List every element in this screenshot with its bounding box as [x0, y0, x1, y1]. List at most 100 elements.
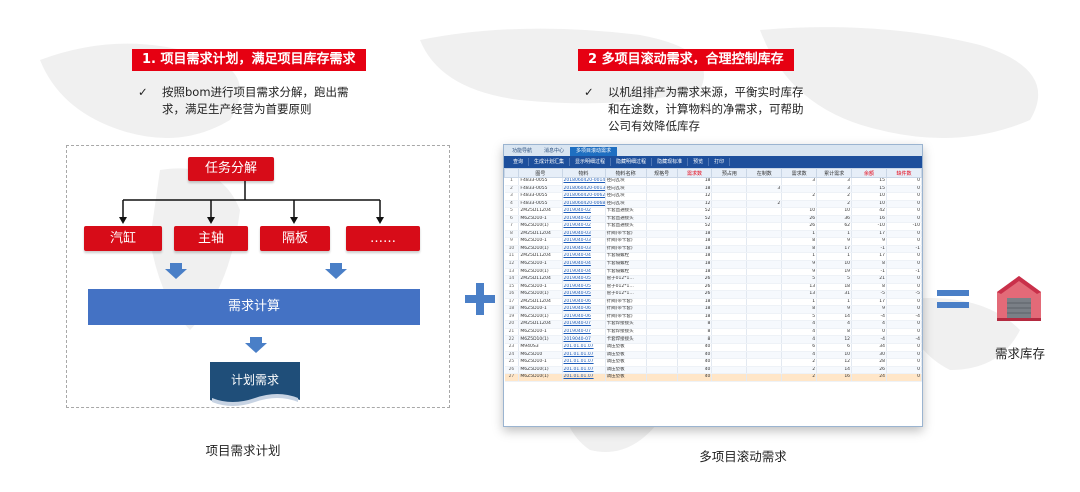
- table-cell: 40: [677, 358, 713, 367]
- table-cell: 卡套直通接头: [605, 222, 647, 231]
- table-cell: M6Z5D10(1): [518, 313, 563, 322]
- table-cell: 2019040-04: [562, 252, 606, 261]
- table-cell: 5: [781, 313, 818, 322]
- table-cell: 径向瓦块: [605, 185, 647, 194]
- table-cell: 4: [781, 335, 818, 345]
- rolling-demand-window: 功能导航 消息中心 多项目滚动需求 查询 生成计划汇集 显示明细过程 隐藏明细过…: [503, 144, 923, 427]
- table-row[interactable]: 23 M940S3 201.01.01.07 调压垫板 40 6 6 34 0: [504, 343, 922, 352]
- table-cell: [711, 313, 748, 322]
- table-cell: [646, 343, 678, 352]
- table-row[interactable]: 3 F4833-0055 2018060420-0062 径向瓦块 12 2 2 10 0: [504, 192, 922, 201]
- query-button[interactable]: 查询: [508, 158, 530, 166]
- table-cell: M6Z5D10(1): [518, 268, 563, 277]
- table-cell: [746, 230, 783, 239]
- table-cell: 34: [851, 343, 887, 352]
- left-bullet-line2: 求，满足生产经营为首要原则: [162, 102, 312, 116]
- column-header[interactable]: 需求数: [781, 168, 818, 178]
- table-cell: 径向瓦块: [605, 177, 647, 186]
- table-row[interactable]: 22 M6Z5D10(1) 2019040-07 卡套焊接接头 8 4 12 -4 -4: [504, 335, 922, 345]
- check-icon: ✓: [138, 85, 148, 99]
- table-cell: 13: [781, 290, 818, 299]
- table-row[interactable]: 16 M6Z5D10(1) 2019040-05 管子012*1… 26 13 31 -5 -5: [504, 290, 922, 299]
- table-cell: 18: [677, 268, 713, 277]
- table-row[interactable]: 27 M6Z5D10(1) 201.01.01.07 调压垫板 40 2 16 24 0: [504, 373, 922, 382]
- table-cell: 201.01.01.07: [562, 373, 606, 382]
- table-row[interactable]: 6 M6Z5D10-1 2019040-02 卡套直通接头 52 26 36 16 0: [504, 215, 922, 224]
- table-cell: [646, 222, 678, 231]
- table-cell: -4: [886, 313, 922, 322]
- column-header[interactable]: 累计需求: [816, 168, 853, 178]
- generate-plan-button[interactable]: 生成计划汇集: [529, 158, 571, 166]
- table-cell: 20: [504, 320, 520, 329]
- table-row[interactable]: 15 M6Z5D10-1 2019040-05 管子012*1… 26 13 18 8 0: [504, 283, 922, 292]
- table-row[interactable]: 7 M6Z5D10(1) 2019040-02 卡套直通接头 52 26 62 -10 -10: [504, 222, 922, 231]
- table-row[interactable]: 8 2M25D11Z04 2019040-03 针阀(带卡套) 18 1 1 17 0: [504, 230, 922, 239]
- column-header[interactable]: 在制数: [746, 168, 783, 178]
- tab-rolling-demand[interactable]: 多项目滚动需求: [570, 147, 618, 156]
- column-header[interactable]: 需求数: [676, 168, 713, 178]
- table-cell: 16: [504, 290, 520, 299]
- table-cell: 9: [851, 305, 887, 314]
- table-cell: [711, 200, 748, 209]
- table-cell: 9: [816, 305, 853, 314]
- table-cell: 0: [886, 275, 922, 284]
- column-header[interactable]: 预占用: [711, 168, 748, 178]
- column-header[interactable]: 物料名称: [604, 168, 647, 178]
- table-row[interactable]: 25 M6Z5D10-1 201.01.01.07 调压垫板 40 2 12 28 0: [504, 358, 922, 367]
- column-header[interactable]: 图号: [518, 168, 563, 178]
- print-button[interactable]: 打印: [709, 158, 731, 166]
- column-header[interactable]: 物料: [561, 168, 606, 178]
- table-header: 图号 物料 物料名称 规格号 需求数 预占用 在制数 需求数 累计需求 余额 缺件数: [504, 168, 922, 178]
- cylinder-box: 汽缸: [84, 226, 162, 251]
- table-row[interactable]: 13 M6Z5D10(1) 2019040-04 卡套隔螺栓 18 9 19 -1 -1: [504, 268, 922, 277]
- table-cell: [646, 215, 678, 224]
- hide-standard-button[interactable]: 隐藏现标准: [652, 158, 689, 166]
- table-row[interactable]: 24 M6Z5D10 201.01.01.07 调压垫板 40 4 10 30 0: [504, 351, 922, 360]
- table-cell: 2019040-03: [562, 245, 606, 254]
- hide-detail-button[interactable]: 隐藏明细过程: [611, 158, 653, 166]
- preview-button[interactable]: 预览: [688, 158, 710, 166]
- table-row[interactable]: 19 M6Z5D10(1) 2019040-06 针阀(带卡套) 18 5 14 -4 -4: [504, 313, 922, 322]
- show-detail-button[interactable]: 显示明细过程: [570, 158, 612, 166]
- table-cell: -4: [886, 335, 922, 345]
- table-cell: 针阀(带卡套): [605, 313, 647, 322]
- table-cell: 10: [816, 260, 853, 269]
- table-row[interactable]: 5 2M25D11Z04 2019040-02 卡套直通接头 52 10 10 42 0: [504, 207, 922, 216]
- table-cell: M6Z5D10-1: [518, 260, 563, 269]
- table-cell: [646, 283, 678, 292]
- column-header[interactable]: 缺件数: [885, 168, 922, 178]
- column-header[interactable]: 规格号: [645, 168, 678, 178]
- table-row[interactable]: 21 M6Z5D10-1 2019040-07 卡套焊接接头 8 4 8 0 0: [504, 328, 922, 337]
- table-cell: 1: [781, 252, 818, 261]
- table-row[interactable]: 1 F4833-0055 2018060420-0014 径向瓦块 18 3 3 15 0: [504, 177, 922, 186]
- column-header[interactable]: 余额: [851, 168, 887, 178]
- table-cell: 1: [816, 230, 853, 239]
- table-cell: 2019040-02: [562, 222, 606, 231]
- table-row[interactable]: 20 2M25D11Z04 2019040-07 卡套焊接接头 8 4 4 4 0: [504, 320, 922, 329]
- table-cell: 2019040-03: [562, 230, 606, 239]
- table-cell: 13: [781, 283, 818, 292]
- table-cell: 12: [677, 192, 713, 201]
- table-cell: 4: [781, 351, 818, 360]
- tab-message-center[interactable]: 消息中心: [538, 147, 570, 156]
- table-row[interactable]: 4 F4833-0055 2018060420-0068 径向瓦块 12 2 2 10 0: [504, 200, 922, 209]
- column-header[interactable]: [504, 168, 520, 178]
- table-row[interactable]: 10 M6Z5D10(1) 2019040-03 针阀(带卡套) 18 8 17 -1 -1: [504, 245, 922, 254]
- tab-navigation[interactable]: 功能导航: [506, 147, 538, 156]
- table-row[interactable]: 17 2M25D11Z04 2019040-06 针阀(带卡套) 18 1 1 17 0: [504, 298, 922, 307]
- table-row[interactable]: 26 M6Z5D10(1) 201.01.01.07 调压垫板 40 2 14 26 0: [504, 366, 922, 375]
- table-row[interactable]: 2 F4833-0055 2018060420-0013 径向瓦块 18 3 3 15 0: [504, 185, 922, 194]
- main-shaft-box: 主轴: [174, 226, 248, 251]
- table-row[interactable]: 18 M6Z5D10-1 2019040-06 针阀(带卡套) 18 8 9 9 0: [504, 305, 922, 314]
- table-cell: 卡套焊接接头: [605, 320, 647, 329]
- table-row[interactable]: 11 2M25D11Z04 2019040-04 卡套隔螺栓 18 1 1 17 0: [504, 252, 922, 261]
- table-cell: [646, 298, 678, 307]
- equals-icon: [937, 290, 969, 308]
- table-cell: 2M25D11Z04: [518, 207, 563, 216]
- table-row[interactable]: 14 2M25D11Z04 2019040-05 管子012*1… 26 5 5 21 0: [504, 275, 922, 284]
- table-cell: -10: [851, 222, 887, 231]
- table-cell: -1: [886, 245, 922, 254]
- table-row[interactable]: 9 M6Z5D10-1 2019040-03 针阀(带卡套) 18 8 9 9 0: [504, 237, 922, 246]
- table-row[interactable]: 12 M6Z5D10-1 2019040-04 卡套隔螺栓 18 9 10 8 0: [504, 260, 922, 269]
- table-cell: 25: [504, 358, 520, 367]
